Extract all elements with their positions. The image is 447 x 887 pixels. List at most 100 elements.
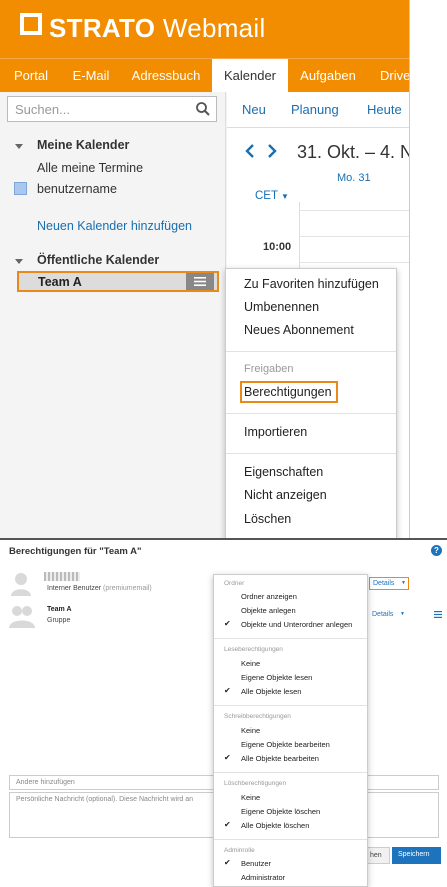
option-role-admin[interactable]: Administrator xyxy=(241,873,285,882)
dropdown-divider xyxy=(214,839,367,840)
caret-down-icon: ▼ xyxy=(400,611,405,617)
tab-email[interactable]: E-Mail xyxy=(62,59,120,93)
menu-section-shares: Freigaben xyxy=(244,363,294,375)
calendar-team-a-label: Team A xyxy=(38,275,82,289)
time-label-10: 10:00 xyxy=(263,241,292,253)
checkmark-icon: ✔ xyxy=(224,619,231,628)
collapse-my-calendars-icon[interactable] xyxy=(15,144,23,149)
option-read-none[interactable]: Keine xyxy=(241,659,260,668)
date-range-title: 31. Okt. – 4. N xyxy=(297,142,410,162)
checkmark-icon: ✔ xyxy=(224,858,231,867)
option-show-folder[interactable]: Ordner anzeigen xyxy=(241,592,297,601)
option-write-own[interactable]: Eigene Objekte bearbeiten xyxy=(241,740,330,749)
timezone-selector[interactable]: CET ▼ xyxy=(255,190,289,202)
permissions-dropdown: Ordner Ordner anzeigen Objekte anlegen ✔… xyxy=(213,574,368,887)
section-delete: Löschberechtigungen xyxy=(224,780,287,787)
tab-drive[interactable]: Drive xyxy=(368,59,409,93)
dropdown-divider xyxy=(214,772,367,773)
caret-down-icon: ▼ xyxy=(401,580,406,586)
tab-kalender[interactable]: Kalender xyxy=(212,59,288,93)
menu-divider xyxy=(226,413,396,414)
option-read-own[interactable]: Eigene Objekte lesen xyxy=(241,673,312,682)
menu-permissions-highlight[interactable]: Berechtigungen xyxy=(240,381,338,403)
menu-permissions: Berechtigungen xyxy=(244,385,332,399)
redacted-username xyxy=(44,572,80,581)
menu-hide[interactable]: Nicht anzeigen xyxy=(244,488,327,502)
menu-divider xyxy=(226,351,396,352)
option-role-user[interactable]: Benutzer xyxy=(241,859,271,868)
calendar-all-appointments[interactable]: Alle meine Termine xyxy=(37,161,143,175)
menu-add-favorite[interactable]: Zu Favoriten hinzufügen xyxy=(244,277,379,291)
dropdown-divider xyxy=(214,638,367,639)
menu-properties[interactable]: Eigenschaften xyxy=(244,465,323,479)
calendar-context-menu: Zu Favoriten hinzufügen Umbenennen Neues… xyxy=(225,268,397,538)
calendar-sidebar: Suchen... Meine Kalender Alle meine Term… xyxy=(0,92,226,538)
app-logo-text: STRATO Webmail xyxy=(49,13,266,43)
option-write-all[interactable]: Alle Objekte bearbeiten xyxy=(241,754,319,763)
dialog-title: Berechtigungen für "Team A" xyxy=(9,546,142,557)
strato-logo-icon xyxy=(20,13,42,35)
new-appointment-button[interactable]: Neu xyxy=(242,102,266,117)
today-button[interactable]: Heute xyxy=(367,102,402,117)
option-delete-none[interactable]: Keine xyxy=(241,793,260,802)
menu-delete[interactable]: Löschen xyxy=(244,512,291,526)
option-write-none[interactable]: Keine xyxy=(241,726,260,735)
menu-rename[interactable]: Umbenennen xyxy=(244,300,319,314)
section-admin-role: Adminrolle xyxy=(224,847,255,854)
calendar-options-button[interactable] xyxy=(186,273,214,290)
option-read-all[interactable]: Alle Objekte lesen xyxy=(241,687,301,696)
grid-line xyxy=(299,262,409,263)
group-name: Team A xyxy=(47,606,72,613)
add-calendar-link[interactable]: Neuen Kalender hinzufügen xyxy=(37,219,192,233)
checkmark-icon: ✔ xyxy=(224,820,231,829)
details-button-group[interactable]: Details ▼ xyxy=(372,610,408,621)
hamburger-icon xyxy=(194,277,206,286)
previous-week-icon[interactable] xyxy=(245,144,255,158)
grid-line xyxy=(299,210,409,211)
menu-new-subscription[interactable]: Neues Abonnement xyxy=(244,323,354,337)
collapse-public-calendars-icon[interactable] xyxy=(15,259,23,264)
my-calendars-heading[interactable]: Meine Kalender xyxy=(37,138,129,152)
calendar-color-swatch[interactable] xyxy=(14,182,27,195)
timezone-label: CET xyxy=(255,190,278,202)
webmail-window: STRATO Webmail Portal E-Mail Adressbuch … xyxy=(0,0,410,538)
option-create-objects[interactable]: Objekte anlegen xyxy=(241,606,296,615)
group-type: Gruppe xyxy=(47,617,71,624)
details-button-user[interactable]: Details ▼ xyxy=(369,577,409,590)
dropdown-divider xyxy=(214,705,367,706)
grid-line xyxy=(299,236,409,237)
planning-button[interactable]: Planung xyxy=(291,102,339,117)
save-button[interactable]: Speichern xyxy=(392,847,441,864)
checkmark-icon: ✔ xyxy=(224,686,231,695)
menu-divider xyxy=(226,453,396,454)
search-input[interactable]: Suchen... xyxy=(7,96,217,122)
section-write: Schreibberechtigungen xyxy=(224,713,291,720)
option-delete-own[interactable]: Eigene Objekte löschen xyxy=(241,807,320,816)
tab-aufgaben[interactable]: Aufgaben xyxy=(288,59,368,93)
tab-portal[interactable]: Portal xyxy=(0,59,62,93)
section-read: Leseberechtigungen xyxy=(224,646,283,653)
menu-import[interactable]: Importieren xyxy=(244,425,307,439)
calendar-user[interactable]: benutzername xyxy=(37,182,117,196)
option-create-objects-subfolders[interactable]: Objekte und Unterordner anlegen xyxy=(241,620,352,629)
user-avatar-icon xyxy=(11,573,31,596)
group-avatar-icon xyxy=(9,606,35,628)
public-calendars-heading[interactable]: Öffentliche Kalender xyxy=(37,253,159,267)
main-nav: Portal E-Mail Adressbuch Kalender Aufgab… xyxy=(0,58,409,93)
day-header[interactable]: Mo. 31 xyxy=(337,172,371,184)
search-icon[interactable] xyxy=(195,101,211,117)
user-role: Interner Benutzer (premiumemail) xyxy=(47,585,152,592)
calendar-team-a-row[interactable]: Team A xyxy=(17,271,219,292)
permissions-dialog: Berechtigungen für "Team A" ? Interner B… xyxy=(0,538,447,887)
search-placeholder: Suchen... xyxy=(15,102,70,117)
cancel-button[interactable]: hen xyxy=(368,847,390,864)
help-icon[interactable]: ? xyxy=(431,545,442,556)
next-week-icon[interactable] xyxy=(267,144,277,158)
section-folder: Ordner xyxy=(224,580,245,587)
option-delete-all[interactable]: Alle Objekte löschen xyxy=(241,821,309,830)
tab-adressbuch[interactable]: Adressbuch xyxy=(120,59,212,93)
toolbar-divider xyxy=(227,127,409,128)
app-header: STRATO Webmail xyxy=(0,0,409,58)
caret-down-icon: ▼ xyxy=(281,192,289,201)
list-icon[interactable] xyxy=(434,611,442,618)
